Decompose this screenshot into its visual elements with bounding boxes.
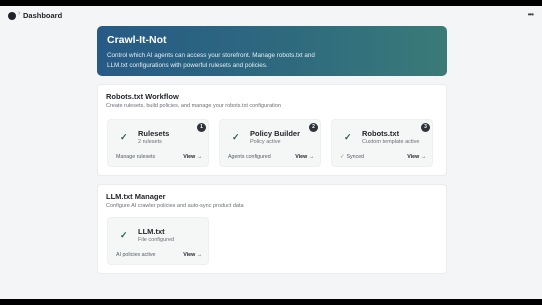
check-icon: ✓ — [120, 132, 128, 142]
synced-check-icon: ✓ — [340, 154, 345, 160]
section-subtitle: Configure AI crawler policies and auto-s… — [106, 203, 244, 209]
card-title: Rulesets — [138, 129, 170, 138]
view-link[interactable]: View → — [183, 154, 202, 160]
step-badge: 1 — [197, 123, 206, 132]
policy-builder-card[interactable]: ✓ Policy Builder Policy active 2 Agents … — [219, 119, 321, 167]
hero-banner: Crawl-It-Not Control which AI agents can… — [97, 26, 447, 76]
view-link[interactable]: View → — [295, 154, 314, 160]
card-subtitle: File configured — [138, 237, 175, 243]
view-link[interactable]: View → — [407, 154, 426, 160]
breadcrumb-separator: › — [18, 10, 21, 17]
card-title: Robots.txt — [362, 129, 400, 138]
card-footer: Manage rulesets — [116, 154, 156, 160]
card-subtitle: Policy active — [250, 139, 281, 145]
llm-manager-section: LLM.txt Manager Configure AI crawler pol… — [97, 184, 447, 274]
card-title: Policy Builder — [250, 129, 301, 138]
section-title: Robots.txt Workflow — [106, 92, 179, 101]
page-title: Dashboard — [23, 11, 63, 20]
step-badge: 3 — [421, 123, 430, 132]
app-frame: › Dashboard ••• Crawl-It-Not Control whi… — [0, 6, 542, 299]
card-subtitle: 2 rulesets — [138, 139, 162, 145]
hero-description: Control which AI agents can access your … — [107, 52, 315, 69]
card-footer: Agents configured — [228, 154, 271, 160]
section-subtitle: Create rulesets, build policies, and man… — [106, 103, 281, 109]
card-footer: ✓ Synced — [340, 154, 364, 160]
check-icon: ✓ — [232, 132, 240, 142]
step-badge: 2 — [309, 123, 318, 132]
robots-workflow-section: Robots.txt Workflow Create rulesets, bui… — [97, 84, 447, 176]
section-title: LLM.txt Manager — [106, 192, 166, 201]
check-icon: ✓ — [344, 132, 352, 142]
robots-txt-card[interactable]: ✓ Robots.txt Custom template active 3 ✓ S… — [331, 119, 433, 167]
hero-title: Crawl-It-Not — [107, 34, 167, 46]
app-logo-icon — [8, 12, 16, 20]
llm-txt-card[interactable]: ✓ LLM.txt File configured AI policies ac… — [107, 217, 209, 265]
card-footer-label: Synced — [346, 154, 365, 160]
check-icon: ✓ — [120, 230, 128, 240]
card-subtitle: Custom template active — [362, 139, 420, 145]
card-footer: AI policies active — [116, 252, 156, 258]
card-title: LLM.txt — [138, 227, 165, 236]
top-bar: › Dashboard ••• — [0, 6, 542, 26]
more-options-icon[interactable]: ••• — [528, 10, 534, 19]
rulesets-card[interactable]: ✓ Rulesets 2 rulesets 1 Manage rulesets … — [107, 119, 209, 167]
view-link[interactable]: View → — [183, 252, 202, 258]
